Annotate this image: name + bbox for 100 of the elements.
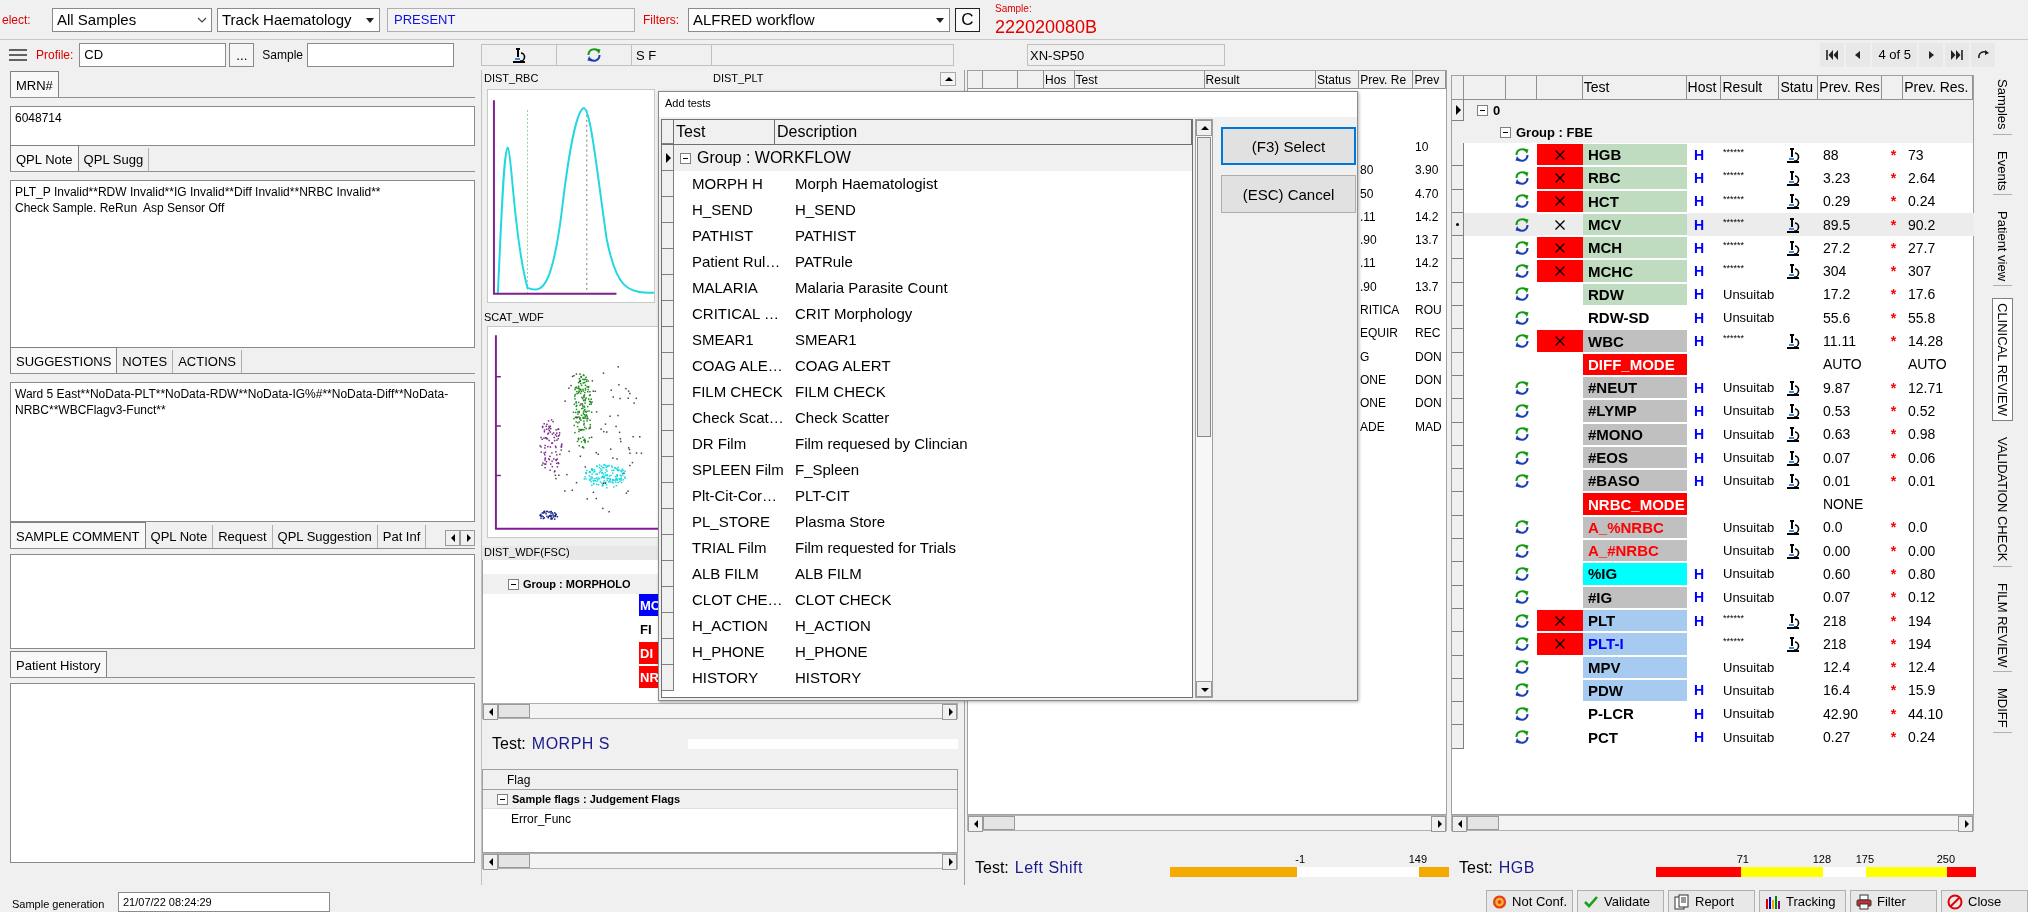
- scroll-up-button[interactable]: [940, 72, 956, 86]
- table-cell[interactable]: SMEAR1: [690, 327, 793, 353]
- microscope-icon[interactable]: [1786, 239, 1800, 256]
- scroll-left-button[interactable]: [1452, 816, 1467, 832]
- side-tab[interactable]: FILM REVIEW: [1992, 578, 2012, 673]
- first-record-button[interactable]: [1820, 43, 1845, 67]
- refresh-icon[interactable]: [1513, 566, 1530, 582]
- result-row[interactable]: MCHC H ****** 304 * 307: [1452, 259, 1973, 283]
- action-button[interactable]: Filter: [1850, 890, 1937, 912]
- result-row[interactable]: %IG H Unsuitab 0.60 * 0.80: [1452, 562, 1973, 586]
- table-cell[interactable]: HISTORY: [690, 665, 793, 691]
- scroll-right-button[interactable]: [942, 704, 957, 720]
- dialog-button[interactable]: (ESC) Cancel: [1221, 175, 1356, 213]
- result-row[interactable]: RDW H Unsuitab 17.2 * 17.6: [1452, 282, 1973, 307]
- mrn-field[interactable]: 6048714: [10, 106, 475, 146]
- microscope-icon[interactable]: [1786, 169, 1800, 186]
- column-header[interactable]: Prev. Re: [1359, 71, 1414, 88]
- table-cell[interactable]: CRITICAL …: [690, 301, 793, 327]
- previous-record-button[interactable]: [1846, 43, 1871, 67]
- result-row[interactable]: MPV Unsuitab 12.4 * 12.4: [1452, 655, 1973, 679]
- table-cell[interactable]: FILM CHECK: [690, 379, 793, 405]
- column-header[interactable]: Result: [1721, 76, 1780, 99]
- result-row[interactable]: RDW-SD H Unsuitab 55.6 * 55.8: [1452, 306, 1973, 330]
- scroll-right-button[interactable]: [1958, 816, 1973, 832]
- scrollbar-thumb[interactable]: [1197, 137, 1211, 437]
- refresh-icon[interactable]: [1513, 333, 1530, 349]
- table-cell[interactable]: Plasma Store: [793, 509, 886, 535]
- refresh-icon[interactable]: [1513, 705, 1530, 722]
- refresh-record-button[interactable]: [1971, 43, 1995, 67]
- result-row[interactable]: #EOS H Unsuitab 0.07 * 0.06: [1452, 445, 1973, 470]
- tab[interactable]: QPL Note: [145, 525, 214, 548]
- horizontal-scrollbar[interactable]: [1451, 815, 1974, 831]
- dialog-button[interactable]: (F3) Select: [1221, 127, 1356, 165]
- table-cell[interactable]: Malaria Parasite Count: [793, 275, 948, 301]
- scrollbar-thumb[interactable]: [1467, 816, 1499, 830]
- microscope-icon[interactable]: [1786, 426, 1800, 443]
- microscope-icon[interactable]: [1786, 542, 1800, 559]
- table-cell[interactable]: H_SEND: [793, 197, 856, 223]
- horizontal-scrollbar[interactable]: [482, 703, 958, 719]
- microscope-icon[interactable]: [1786, 216, 1800, 233]
- refresh-icon[interactable]: [1513, 426, 1530, 443]
- side-tab[interactable]: Events: [1992, 146, 2012, 196]
- column-header[interactable]: Hos: [1043, 71, 1075, 88]
- dropdown[interactable]: ALFRED workflow: [688, 7, 950, 32]
- horizontal-scrollbar[interactable]: [482, 853, 958, 869]
- refresh-icon[interactable]: [1513, 542, 1530, 559]
- scroll-left-button[interactable]: [445, 530, 460, 546]
- side-tab[interactable]: Samples: [1992, 75, 2012, 135]
- result-row[interactable]: P-LCR H Unsuitab 42.90 * 44.10: [1452, 702, 1973, 726]
- result-row[interactable]: PLT-I ****** 218 * 194: [1452, 632, 1973, 656]
- table-cell[interactable]: MORPH H: [690, 171, 793, 197]
- table-cell[interactable]: PLT-CIT: [793, 483, 850, 509]
- refresh-icon[interactable]: [1513, 263, 1530, 280]
- scrollbar-thumb[interactable]: [983, 816, 1015, 830]
- result-row[interactable]: DIFF_MODE AUTO AUTO: [1452, 352, 1973, 376]
- microscope-icon[interactable]: [1786, 146, 1800, 163]
- next-record-button[interactable]: [1919, 43, 1943, 67]
- tab[interactable]: NOTES: [117, 350, 174, 373]
- vertical-scrollbar[interactable]: [1195, 119, 1213, 698]
- result-row[interactable]: RBC H ****** 3.23 * 2.64: [1452, 166, 1973, 190]
- table-cell[interactable]: CLOT CHE…: [690, 587, 793, 613]
- microscope-icon[interactable]: [1786, 519, 1800, 536]
- table-cell[interactable]: COAG ALERT: [793, 353, 891, 379]
- tab[interactable]: SAMPLE COMMENT: [10, 522, 146, 548]
- table-cell[interactable]: TRIAL Film: [690, 535, 793, 561]
- table-cell[interactable]: SPLEEN Film: [690, 457, 793, 483]
- tab[interactable]: QPL Suggestion: [272, 525, 378, 548]
- refresh-icon[interactable]: [1513, 309, 1530, 326]
- tab[interactable]: ACTIONS: [173, 350, 242, 373]
- microscope-icon[interactable]: [1786, 612, 1800, 629]
- table-cell[interactable]: H_ACTION: [690, 613, 793, 639]
- table-cell[interactable]: MALARIA: [690, 275, 793, 301]
- tab[interactable]: SUGGESTIONS: [10, 347, 118, 373]
- result-row[interactable]: A_#NRBC Unsuitab 0.00 * 0.00: [1452, 539, 1973, 563]
- table-cell[interactable]: FILM CHECK: [793, 379, 886, 405]
- tab[interactable]: Request: [213, 525, 273, 548]
- result-row[interactable]: WBC H ****** 11.11 * 14.28: [1452, 329, 1973, 353]
- microscope-icon[interactable]: [1786, 472, 1800, 489]
- table-cell[interactable]: Plt-Cit-Cor…: [690, 483, 793, 509]
- tab[interactable]: QPL Sugg: [78, 148, 150, 171]
- refresh-icon[interactable]: [1513, 519, 1530, 536]
- column-header[interactable]: Status: [1315, 71, 1360, 88]
- table-cell[interactable]: H_PHONE: [690, 639, 793, 665]
- column-header[interactable]: Host: [1686, 76, 1722, 99]
- row-header[interactable]: [1452, 100, 1464, 121]
- scrollbar-thumb[interactable]: [498, 854, 530, 868]
- side-tab[interactable]: Patient view: [1992, 207, 2012, 287]
- table-cell[interactable]: Check Scatter: [793, 405, 890, 431]
- comment-field[interactable]: [10, 554, 475, 649]
- refresh-icon[interactable]: [1513, 239, 1530, 256]
- table-cell[interactable]: DR Film: [690, 431, 793, 457]
- result-row[interactable]: #BASO H Unsuitab 0.01 * 0.01: [1452, 469, 1973, 493]
- refresh-icon[interactable]: [1513, 612, 1530, 629]
- result-row[interactable]: HGB H ****** 88 * 73: [1452, 143, 1973, 167]
- table-cell[interactable]: PL_STORE: [690, 509, 793, 535]
- result-row[interactable]: HCT H ****** 0.29 * 0.24: [1452, 189, 1973, 213]
- horizontal-scrollbar[interactable]: [967, 815, 1447, 831]
- column-header[interactable]: Statu: [1779, 76, 1819, 99]
- table-cell[interactable]: SMEAR1: [793, 327, 857, 353]
- refresh-icon[interactable]: [1513, 286, 1530, 303]
